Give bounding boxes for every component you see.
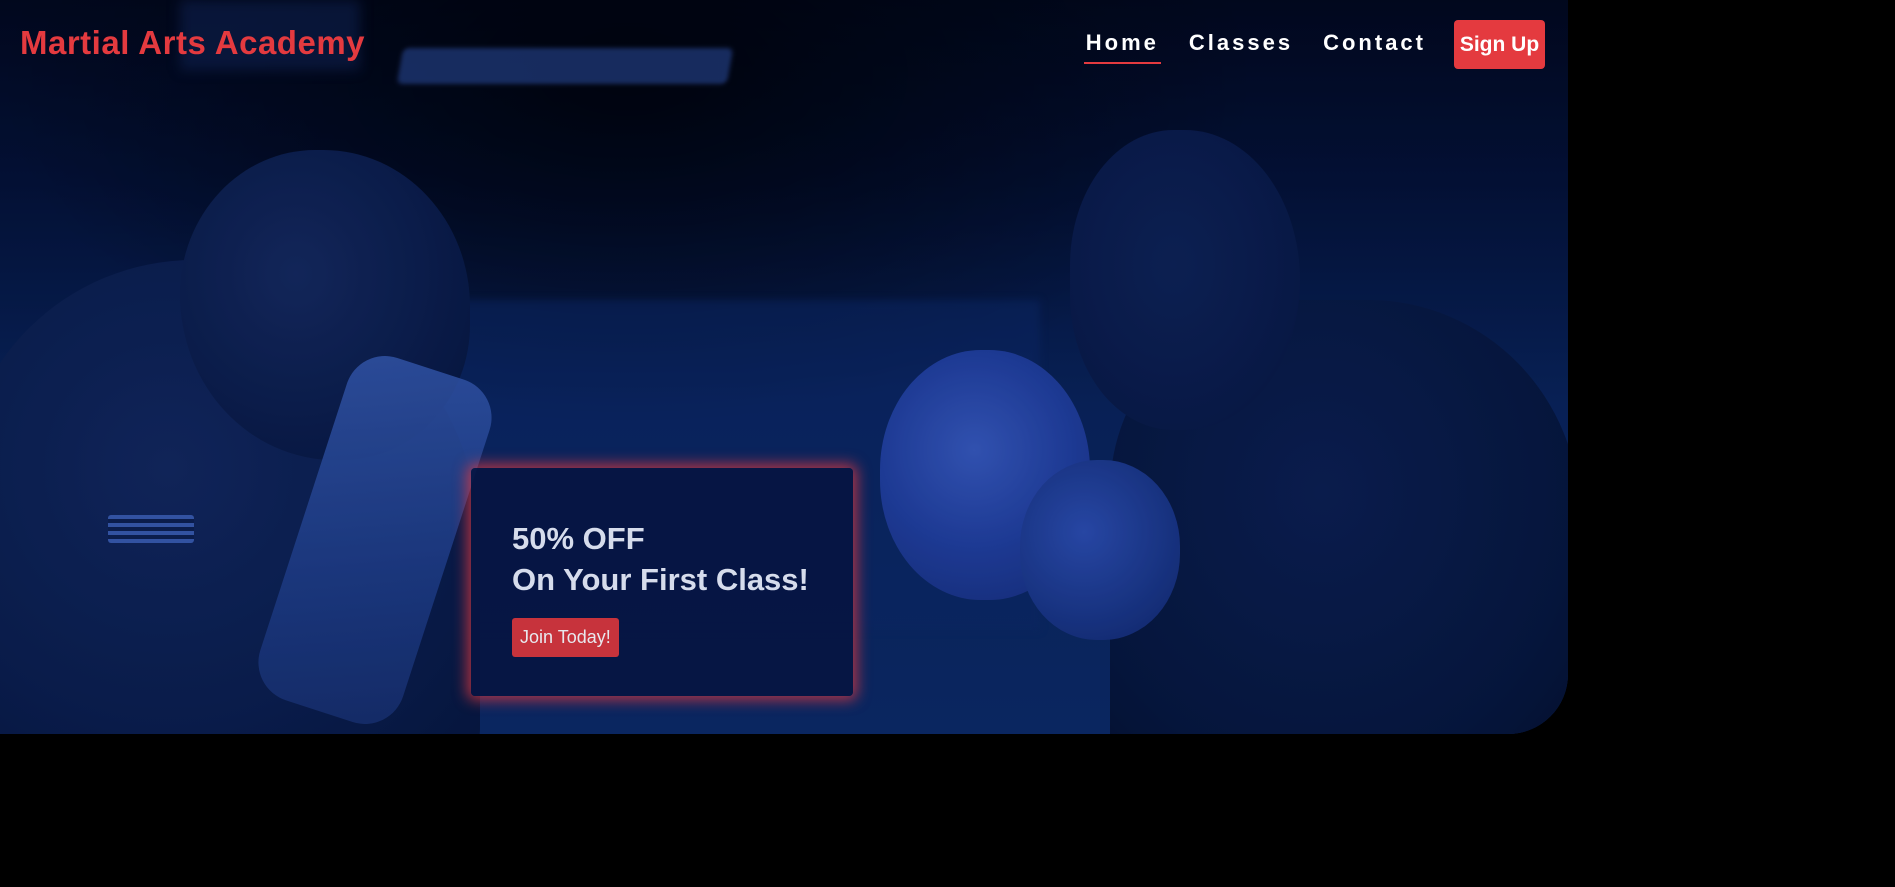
nav-classes-link[interactable]: Classes xyxy=(1187,30,1295,64)
nav-home-link[interactable]: Home xyxy=(1083,30,1161,64)
brand-logo[interactable]: Martial Arts Academy xyxy=(20,24,365,62)
promo-card: 50% OFF On Your First Class! Join Today! xyxy=(471,468,853,696)
nav-contact-link[interactable]: Contact xyxy=(1321,30,1428,64)
promo-subheadline: On Your First Class! xyxy=(512,562,809,597)
promo-headline: 50% OFF xyxy=(512,521,645,556)
nav-links: Home Classes Contact xyxy=(1083,30,1428,64)
navbar: Martial Arts Academy Home Classes Contac… xyxy=(0,0,1568,90)
hero-section: Martial Arts Academy Home Classes Contac… xyxy=(0,0,1568,734)
sign-up-button[interactable]: Sign Up xyxy=(1454,20,1545,69)
join-today-button[interactable]: Join Today! xyxy=(512,618,619,657)
